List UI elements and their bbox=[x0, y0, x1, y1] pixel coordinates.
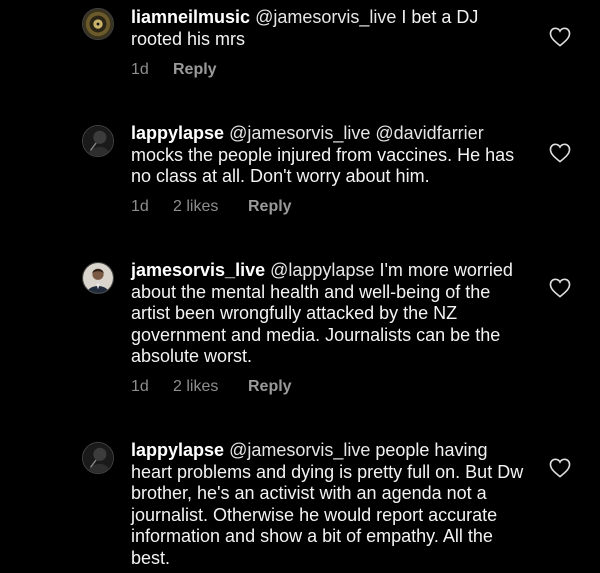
comment-text: liamneilmusic @jamesorvis_live I bet a D… bbox=[131, 7, 531, 50]
comment-username[interactable]: lappylapse bbox=[131, 123, 224, 143]
comment-username[interactable]: lappylapse bbox=[131, 440, 224, 460]
comment-mention[interactable]: @jamesorvis_live bbox=[229, 440, 370, 460]
dark-profile-avatar-icon bbox=[83, 126, 113, 156]
comment-username[interactable]: liamneilmusic bbox=[131, 7, 250, 27]
comment-time: 1d bbox=[131, 378, 149, 395]
comment-time: 1d bbox=[131, 61, 149, 78]
dark-profile-avatar-icon bbox=[83, 443, 113, 473]
comment-text: lappylapse @jamesorvis_live people havin… bbox=[131, 440, 531, 569]
reply-button[interactable]: Reply bbox=[248, 198, 292, 216]
comment-text: lappylapse @jamesorvis_live @davidfarrie… bbox=[131, 123, 531, 188]
comment-meta: 1d 2 likes Reply bbox=[131, 378, 292, 396]
comment-body: mocks the people injured from vaccines. … bbox=[131, 144, 515, 187]
avatar[interactable] bbox=[82, 125, 114, 157]
like-heart-icon[interactable] bbox=[549, 27, 571, 47]
vinyl-record-avatar-icon bbox=[83, 9, 113, 39]
comment-meta: 1d Reply bbox=[131, 61, 217, 79]
comment-mention[interactable]: @lappylapse bbox=[270, 260, 374, 280]
like-heart-icon[interactable] bbox=[549, 143, 571, 163]
reply-button[interactable]: Reply bbox=[173, 61, 217, 79]
like-heart-icon[interactable] bbox=[549, 458, 571, 478]
like-count[interactable]: 2 likes bbox=[173, 378, 248, 396]
like-count[interactable]: 2 likes bbox=[173, 198, 248, 216]
comment-time: 1d bbox=[131, 198, 149, 215]
comment-username[interactable]: jamesorvis_live bbox=[131, 260, 265, 280]
avatar[interactable] bbox=[82, 262, 114, 294]
comment-mention[interactable]: @jamesorvis_live bbox=[255, 7, 396, 27]
comment-meta: 1d 2 likes Reply bbox=[131, 198, 292, 216]
avatar[interactable] bbox=[82, 8, 114, 40]
reply-button[interactable]: Reply bbox=[248, 378, 292, 396]
comment-text: jamesorvis_live @lappylapse I'm more wor… bbox=[131, 260, 531, 368]
person-portrait-avatar-icon bbox=[83, 263, 113, 293]
like-heart-icon[interactable] bbox=[549, 278, 571, 298]
avatar[interactable] bbox=[82, 442, 114, 474]
comment-mention[interactable]: @jamesorvis_live @davidfarrier bbox=[229, 123, 484, 143]
